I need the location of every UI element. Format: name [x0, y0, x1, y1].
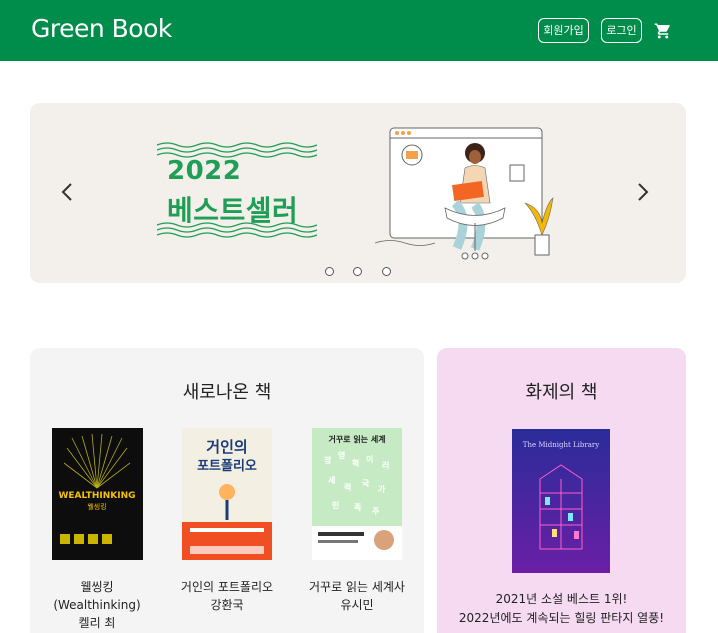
book-card-giant-portfolio[interactable]: 거인의 포트폴리오 거인의 포트폴리오 강환국 — [172, 428, 282, 612]
svg-text:족: 족 — [354, 503, 362, 512]
hot-books-section: 화제의 책 The Midnight Library 2021년 소설 베스트 … — [437, 348, 686, 633]
top-header: Green Book 회원가입 로그인 — [0, 0, 718, 61]
chevron-right-icon[interactable] — [636, 181, 650, 203]
carousel-dot-3[interactable] — [382, 267, 391, 276]
svg-text:웰씽킹: 웰씽킹 — [87, 502, 106, 511]
book-card-world-history[interactable]: 거꾸로 읽는 세계 정영혁이 러세력 국 가민 족 주 거꾸로 읽는 세계사 유시민 — [302, 428, 412, 612]
svg-text:민: 민 — [332, 500, 339, 510]
carousel-dot-1[interactable] — [325, 267, 334, 276]
shopping-cart-icon[interactable] — [654, 22, 672, 40]
login-button[interactable]: 로그인 — [601, 18, 642, 43]
hot-books-title: 화제의 책 — [525, 382, 598, 403]
banner-carousel: 2022 베스트셀러 — [30, 103, 686, 283]
book-title-world-history[interactable]: 거꾸로 읽는 세계사 유시민 — [302, 578, 412, 614]
book-title-giant-portfolio[interactable]: 거인의 포트폴리오 강환국 — [172, 578, 282, 614]
svg-text:포트폴리오: 포트폴리오 — [197, 458, 257, 474]
new-books-section: 새로나온 책 WEALTHINKING 웰씽킹 웰씽킹 (Wealthinkin… — [30, 348, 424, 633]
new-books-title: 새로나온 책 — [182, 382, 272, 403]
svg-text:혁: 혁 — [352, 458, 359, 468]
signup-button[interactable]: 회원가입 — [538, 18, 589, 43]
hot-books-description: 2021년 소설 베스트 1위! 2022년에도 계속되는 힐링 판타지 열풍! — [437, 590, 686, 628]
book-title-wealthinking[interactable]: 웰씽킹 (Wealthinking) 켈리 최 — [42, 578, 152, 632]
svg-text:정: 정 — [324, 455, 331, 465]
book-cover-giant-portfolio: 거인의 포트폴리오 — [182, 428, 272, 560]
wave-decoration-bottom — [157, 222, 317, 238]
svg-text:거꾸로 읽는 세계: 거꾸로 읽는 세계 — [328, 434, 385, 444]
book-cover-world-history: 거꾸로 읽는 세계 정영혁 이 러세력 국 가민 족 주 — [312, 428, 402, 560]
svg-text:영: 영 — [338, 450, 345, 460]
svg-text:WEALTHINKING: WEALTHINKING — [58, 491, 135, 501]
svg-text:The Midnight Library: The Midnight Library — [523, 441, 599, 449]
svg-text:가: 가 — [378, 484, 386, 494]
hot-books-desc-line2: 2022년에도 계속되는 힐링 판타지 열풍! — [458, 611, 665, 625]
book-card-wealthinking[interactable]: WEALTHINKING 웰씽킹 웰씽킹 (Wealthinking) 켈리 최 — [42, 428, 152, 630]
svg-text:러: 러 — [382, 460, 389, 470]
svg-text:이: 이 — [366, 454, 373, 464]
site-logo[interactable]: Green Book — [31, 14, 172, 43]
svg-text:거인의: 거인의 — [206, 438, 247, 456]
reading-woman-illustration — [375, 127, 554, 260]
banner-year: 2022 — [167, 156, 242, 186]
hot-books-desc-line1: 2021년 소설 베스트 1위! — [495, 592, 628, 606]
svg-text:주: 주 — [372, 507, 380, 516]
svg-text:력: 력 — [344, 482, 351, 492]
carousel-dot-2[interactable] — [353, 267, 362, 276]
svg-text:세: 세 — [328, 475, 335, 485]
book-cover-wealthinking: WEALTHINKING 웰씽킹 — [51, 428, 143, 560]
chevron-left-icon[interactable] — [60, 181, 74, 203]
book-cover-midnight-library[interactable]: The Midnight Library — [512, 429, 610, 573]
svg-text:국: 국 — [362, 479, 370, 488]
